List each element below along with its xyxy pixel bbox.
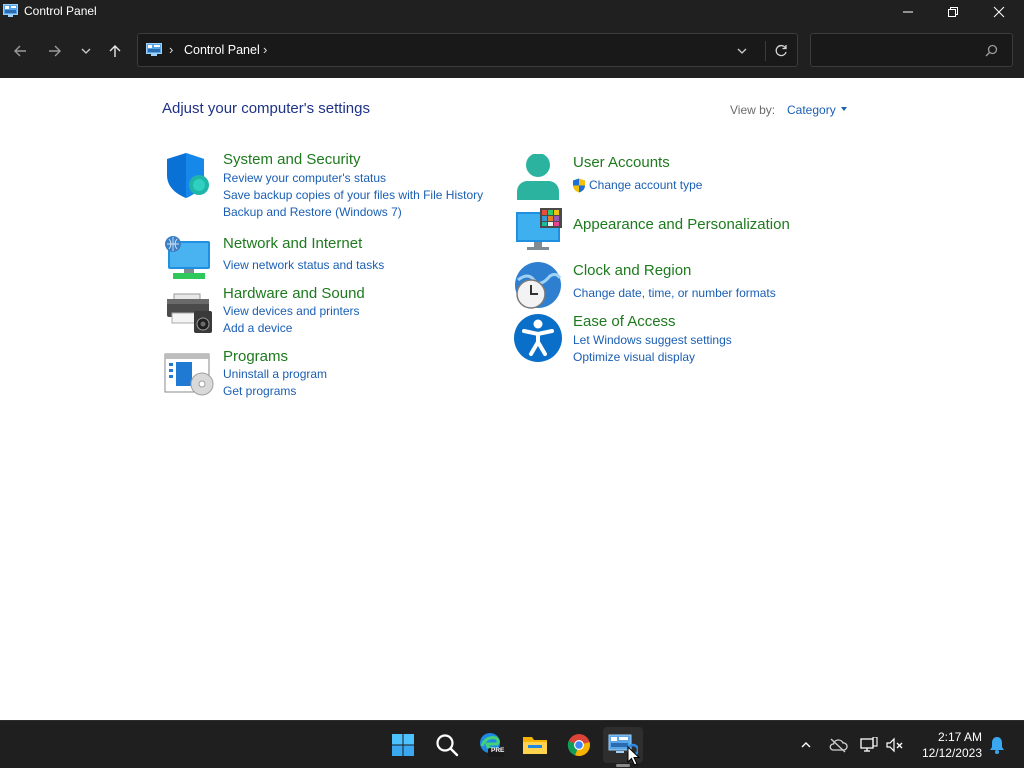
control-panel-icon	[146, 43, 162, 56]
programs-icon[interactable]	[164, 348, 214, 398]
category-title-system-security[interactable]: System and Security	[223, 151, 361, 168]
search-icon[interactable]	[985, 44, 998, 57]
network-monitor-icon	[860, 737, 878, 752]
onedrive-tray-button[interactable]	[827, 735, 849, 755]
file-explorer-icon	[523, 737, 547, 754]
search-input[interactable]	[819, 40, 979, 60]
link-get-programs[interactable]: Get programs	[223, 384, 296, 398]
arrow-right-icon	[49, 45, 61, 57]
back-button[interactable]	[9, 40, 31, 62]
chevron-down-icon	[737, 48, 747, 54]
taskbar-edge-pre[interactable]: PRE	[471, 727, 511, 763]
shield-icon[interactable]	[164, 151, 214, 201]
navigation-bar: › Control Panel ›	[0, 24, 1024, 78]
view-by-dropdown[interactable]: Category	[787, 103, 836, 117]
search-icon	[436, 734, 459, 757]
link-windows-suggest-settings[interactable]: Let Windows suggest settings	[573, 333, 732, 347]
show-hidden-icons-button[interactable]	[795, 735, 817, 755]
volume-muted-icon	[886, 737, 903, 753]
clock-globe-icon[interactable]	[514, 262, 564, 312]
recent-locations-button[interactable]	[75, 40, 97, 62]
restore-icon	[948, 7, 958, 17]
link-network-status[interactable]: View network status and tasks	[223, 258, 384, 272]
view-by-label: View by:	[730, 103, 776, 117]
arrow-left-icon	[14, 45, 26, 57]
minimize-icon	[903, 11, 913, 13]
category-title-hardware-sound[interactable]: Hardware and Sound	[223, 285, 365, 302]
window-title: Control Panel	[24, 4, 97, 18]
up-button[interactable]	[104, 40, 126, 62]
refresh-icon	[775, 44, 787, 57]
address-bar[interactable]: › Control Panel ›	[137, 33, 798, 67]
accessibility-icon[interactable]	[514, 313, 564, 363]
link-optimize-visual-display[interactable]: Optimize visual display	[573, 350, 695, 364]
link-backup-restore[interactable]: Backup and Restore (Windows 7)	[223, 205, 402, 219]
chrome-icon	[567, 734, 590, 757]
category-title-clock-region[interactable]: Clock and Region	[573, 262, 691, 279]
volume-tray-button[interactable]	[884, 735, 906, 755]
category-title-user-accounts[interactable]: User Accounts	[573, 154, 670, 171]
uac-shield-icon	[573, 178, 585, 193]
start-button[interactable]	[383, 727, 423, 763]
start-icon	[392, 734, 414, 756]
caret-down-icon[interactable]	[841, 107, 847, 111]
page-heading: Adjust your computer's settings	[162, 100, 370, 117]
taskbar-file-explorer[interactable]	[515, 727, 555, 763]
link-add-device[interactable]: Add a device	[223, 321, 292, 335]
bell-icon	[990, 737, 1004, 754]
edge-pre-badge: PRE	[491, 747, 505, 754]
restore-button[interactable]	[930, 0, 976, 24]
mouse-cursor-icon	[627, 746, 641, 766]
arrow-up-icon	[109, 45, 121, 57]
user-icon[interactable]	[514, 154, 564, 204]
link-devices-printers[interactable]: View devices and printers	[223, 304, 360, 318]
breadcrumb-separator[interactable]: ›	[169, 42, 173, 57]
search-box[interactable]	[810, 33, 1013, 67]
taskbar-search-button[interactable]	[427, 727, 467, 763]
link-change-account-type[interactable]: Change account type	[589, 178, 702, 192]
edge-pre-icon	[480, 733, 504, 757]
close-icon	[993, 6, 1005, 18]
breadcrumb-control-panel[interactable]: Control Panel	[184, 43, 260, 57]
clock-time[interactable]: 2:17 AM	[920, 730, 982, 744]
title-bar: Control Panel	[0, 0, 1024, 24]
link-file-history[interactable]: Save backup copies of your files with Fi…	[223, 188, 483, 202]
taskbar: PRE 2:17 AM 12/12/2023	[0, 720, 1024, 768]
category-title-ease-of-access[interactable]: Ease of Access	[573, 313, 676, 330]
forward-button[interactable]	[44, 40, 66, 62]
minimize-button[interactable]	[885, 0, 931, 24]
address-history-dropdown[interactable]	[733, 42, 751, 60]
clock-date[interactable]: 12/12/2023	[914, 746, 982, 760]
chevron-down-icon	[81, 48, 91, 54]
notifications-button[interactable]	[986, 735, 1008, 755]
category-title-network-internet[interactable]: Network and Internet	[223, 235, 362, 252]
taskbar-chrome[interactable]	[559, 727, 599, 763]
network-tray-button[interactable]	[858, 735, 880, 755]
category-title-appearance[interactable]: Appearance and Personalization	[573, 216, 790, 233]
link-date-time-formats[interactable]: Change date, time, or number formats	[573, 286, 776, 300]
control-panel-app-icon	[3, 4, 18, 17]
breadcrumb-separator-end[interactable]: ›	[263, 42, 267, 57]
appearance-icon[interactable]	[514, 208, 564, 258]
link-uninstall-program[interactable]: Uninstall a program	[223, 367, 327, 381]
printer-icon[interactable]	[164, 285, 214, 335]
chevron-up-icon	[801, 742, 811, 748]
cloud-offline-icon	[829, 738, 848, 753]
network-icon[interactable]	[164, 235, 214, 285]
refresh-button[interactable]	[765, 41, 791, 61]
close-button[interactable]	[976, 0, 1022, 24]
link-review-status[interactable]: Review your computer's status	[223, 171, 386, 185]
category-title-programs[interactable]: Programs	[223, 348, 288, 365]
